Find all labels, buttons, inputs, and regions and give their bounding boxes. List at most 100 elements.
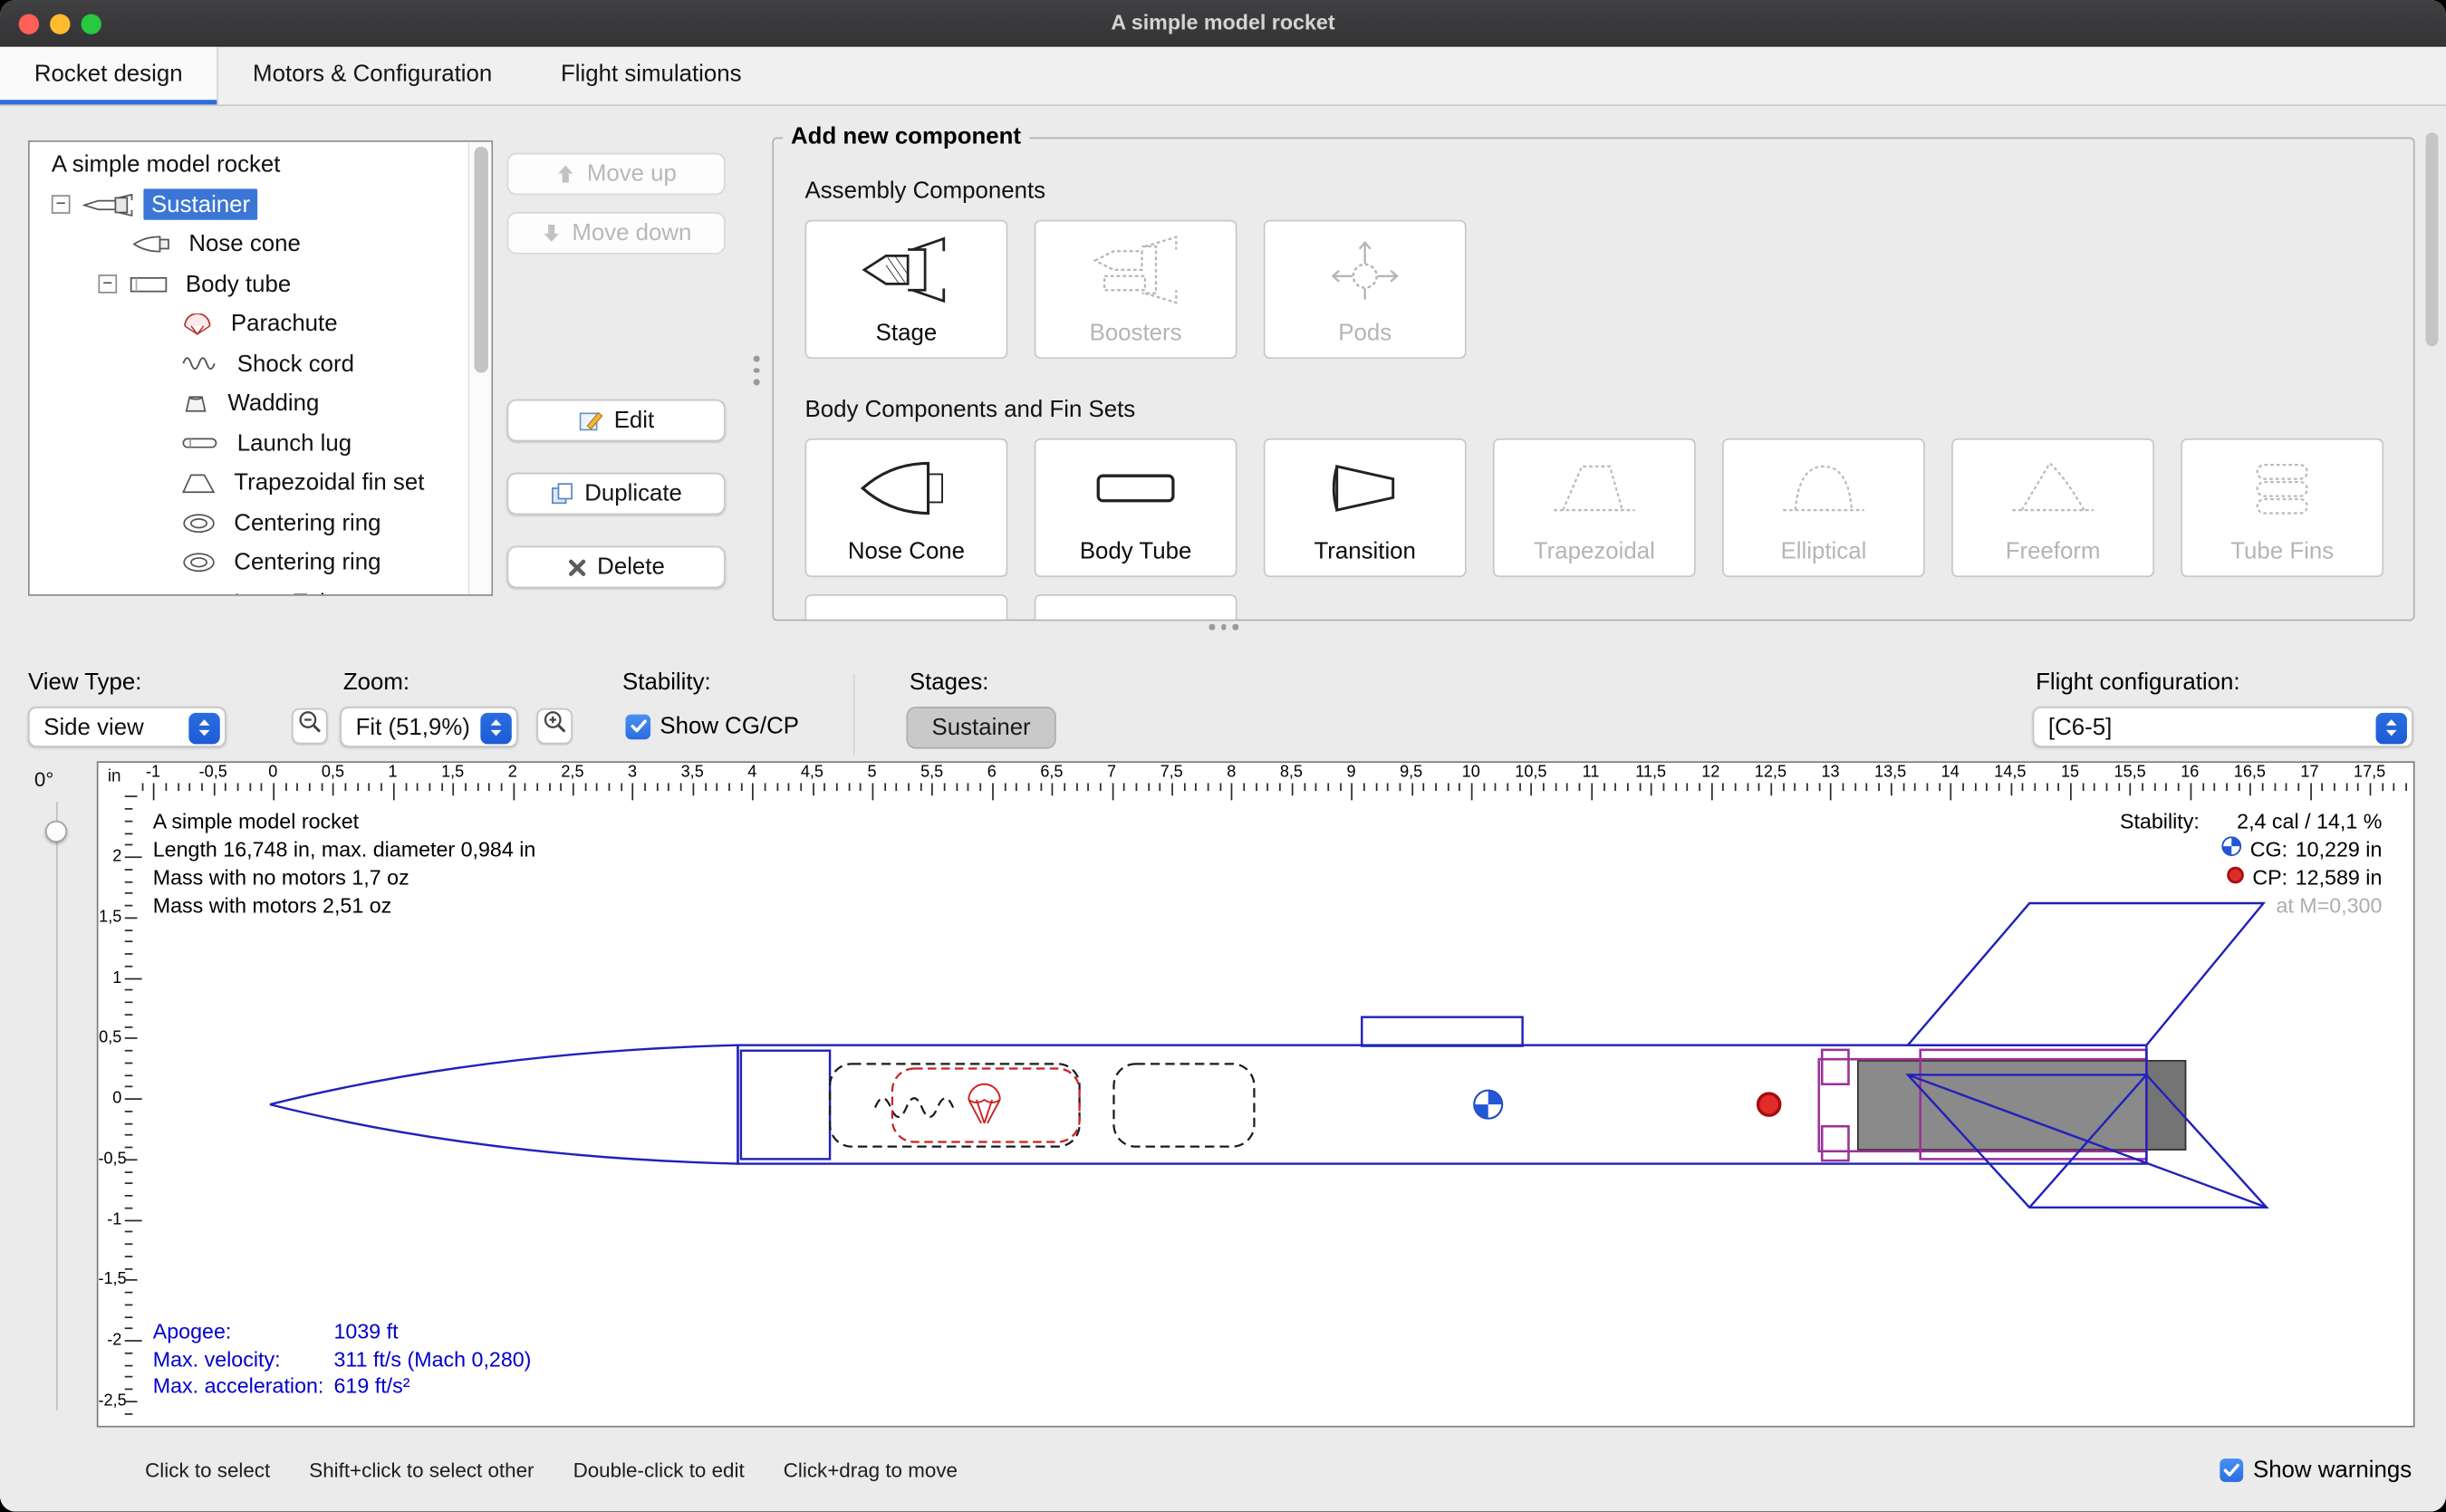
show-cg-cp-checkbox[interactable]: Show CG/CP bbox=[625, 713, 798, 739]
tube-fins-card-icon bbox=[2182, 452, 2382, 524]
partial-card bbox=[1035, 594, 1237, 621]
shock-cord-squiggle bbox=[875, 1098, 953, 1117]
tab-motors-configuration[interactable]: Motors & Configuration bbox=[218, 47, 526, 105]
splitter-grip-horizontal-icon[interactable] bbox=[1209, 624, 1238, 630]
canvas-area: 0° in -1-0,500,511,522,533,544,555,566,5… bbox=[0, 761, 2446, 1427]
stability-stat-value: 2,4 cal / 14,1 % bbox=[2237, 808, 2382, 836]
component-tree[interactable]: A simple model rocket−SustainerNose cone… bbox=[28, 140, 493, 596]
show-warnings-checkbox[interactable]: Show warnings bbox=[2220, 1456, 2412, 1482]
info-line: Length 16,748 in, max. diameter 0,984 in bbox=[153, 836, 536, 864]
boosters-icon bbox=[1035, 234, 1235, 305]
info-line: Mass with motors 2,51 oz bbox=[153, 892, 536, 920]
tree-item-nose-cone[interactable]: Nose cone bbox=[30, 225, 468, 265]
hint-shift-click-to-select-other: Shift+click to select other bbox=[309, 1458, 534, 1481]
tree-expander-icon[interactable]: − bbox=[52, 196, 71, 215]
info-line: Mass with no motors 1,7 oz bbox=[153, 864, 536, 892]
airframe-outline bbox=[270, 903, 2267, 1208]
tab-rocket-design[interactable]: Rocket design bbox=[0, 47, 218, 105]
add-freeform-button: Freeform bbox=[1951, 438, 2154, 577]
tree-expander-icon[interactable]: − bbox=[98, 274, 117, 294]
duplicate-label: Duplicate bbox=[584, 480, 682, 506]
cp-symbol bbox=[1758, 1093, 1780, 1115]
transition-card-icon bbox=[1265, 452, 1464, 524]
window-title: A simple model rocket bbox=[0, 0, 2446, 47]
rotation-slider[interactable] bbox=[56, 802, 58, 1411]
tree-scrollbar[interactable] bbox=[468, 142, 492, 594]
nose-cone-card-icon bbox=[806, 452, 1006, 524]
minimize-window-button[interactable] bbox=[50, 14, 70, 34]
checkbox-check-icon[interactable] bbox=[2220, 1458, 2244, 1481]
zoom-in-button[interactable] bbox=[536, 708, 573, 745]
tree-item-body-tube[interactable]: −Body tube bbox=[30, 265, 468, 304]
add-stage-button[interactable]: Stage bbox=[805, 220, 1008, 359]
show-warnings-label: Show warnings bbox=[2253, 1456, 2412, 1482]
body-tube-icon bbox=[130, 274, 169, 294]
tree-item-shock-cord[interactable]: Shock cord bbox=[30, 344, 468, 384]
add-tube-fins-button: Tube Fins bbox=[2181, 438, 2383, 577]
cg-symbol bbox=[1474, 1091, 1502, 1119]
add-new-component-title: Add new component bbox=[783, 123, 1028, 149]
duplicate-button[interactable]: Duplicate bbox=[507, 473, 726, 515]
zoom-value: Fit (51,9%) bbox=[356, 714, 470, 740]
stages-label: Stages: bbox=[910, 669, 989, 696]
zoom-window-button[interactable] bbox=[82, 14, 101, 34]
edit-button[interactable]: Edit bbox=[507, 400, 726, 441]
cp-label: CP: bbox=[2252, 864, 2287, 892]
flight-configuration-select[interactable]: [C6-5] bbox=[2033, 707, 2413, 747]
arrow-down-icon bbox=[541, 223, 561, 243]
tree-item-launch-lug[interactable]: Launch lug bbox=[30, 424, 468, 464]
trapezoidal-card-icon bbox=[1495, 452, 1694, 524]
add-elliptical-button: Elliptical bbox=[1722, 438, 1925, 577]
stability-row: Stability: 2,4 cal / 14,1 % bbox=[2120, 808, 2382, 836]
titlebar: A simple model rocket bbox=[0, 0, 2446, 47]
centering-ring-icon bbox=[181, 513, 217, 533]
delete-button[interactable]: Delete bbox=[507, 546, 726, 588]
add-trapezoidal-button: Trapezoidal bbox=[1493, 438, 1696, 577]
partial-card bbox=[805, 594, 1008, 621]
cg-label: CG: bbox=[2250, 836, 2287, 864]
delete-label: Delete bbox=[597, 554, 665, 580]
launch-lug-icon bbox=[181, 436, 220, 451]
add-body-tube-button[interactable]: Body Tube bbox=[1035, 438, 1237, 577]
tree-item-root[interactable]: A simple model rocket bbox=[30, 145, 468, 185]
tree-item-inner-tube[interactable]: Inner Tube bbox=[30, 583, 468, 594]
move-down-button: Move down bbox=[507, 212, 726, 254]
tree-scrollbar-thumb[interactable] bbox=[474, 147, 487, 373]
add-transition-button[interactable]: Transition bbox=[1264, 438, 1467, 577]
rotation-slider-knob[interactable] bbox=[45, 821, 67, 843]
zoom-select[interactable]: Fit (51,9%) bbox=[340, 707, 517, 747]
shock-cord-icon bbox=[181, 354, 220, 373]
view-type-select[interactable]: Side view bbox=[28, 707, 226, 747]
tree-item-parachute[interactable]: Parachute bbox=[30, 304, 468, 344]
tree-item-centering-ring[interactable]: Centering ring bbox=[30, 503, 468, 543]
rotation-value: 0° bbox=[34, 767, 53, 791]
show-cg-cp-label: Show CG/CP bbox=[660, 713, 799, 739]
close-window-button[interactable] bbox=[19, 14, 39, 34]
stability-label: Stability: bbox=[622, 669, 711, 696]
flight-configuration-value: [C6-5] bbox=[2048, 714, 2112, 740]
parachute-outline bbox=[892, 1069, 1080, 1142]
section-label-body-components-and-fin-sets: Body Components and Fin Sets bbox=[805, 396, 1136, 422]
panel-scrollbar-thumb[interactable] bbox=[2426, 132, 2439, 346]
add-nose-cone-button[interactable]: Nose Cone bbox=[805, 438, 1008, 577]
design-pane: A simple model rocket−SustainerNose cone… bbox=[0, 106, 2446, 655]
rocket-view-canvas[interactable]: in -1-0,500,511,522,533,544,555,566,577,… bbox=[97, 761, 2415, 1427]
wadding-icon bbox=[181, 393, 211, 413]
add-new-component-panel: Assembly ComponentsStageBoostersPodsBody… bbox=[772, 138, 2414, 621]
stage-icon bbox=[806, 234, 1006, 305]
select-stepper-icon bbox=[2376, 712, 2407, 743]
zoom-in-icon bbox=[542, 709, 567, 742]
tree-item-sustainer[interactable]: −Sustainer bbox=[30, 185, 468, 225]
zoom-out-button[interactable] bbox=[292, 708, 328, 745]
edit-pencil-icon bbox=[578, 409, 603, 432]
cg-row: CG: 10,229 in bbox=[2120, 836, 2382, 864]
tab-flight-simulations[interactable]: Flight simulations bbox=[526, 47, 775, 105]
checkbox-check-icon[interactable] bbox=[625, 714, 650, 739]
splitter-grip-icon[interactable] bbox=[754, 356, 759, 385]
stage-toggle-sustainer[interactable]: Sustainer bbox=[906, 707, 1055, 748]
cp-icon bbox=[2226, 864, 2245, 892]
tree-item-centering-ring[interactable]: Centering ring bbox=[30, 543, 468, 583]
tree-item-trapezoidal-fin-set[interactable]: Trapezoidal fin set bbox=[30, 463, 468, 503]
tree-item-wadding[interactable]: Wadding bbox=[30, 384, 468, 424]
main-tabs: Rocket designMotors & ConfigurationFligh… bbox=[0, 47, 2446, 106]
